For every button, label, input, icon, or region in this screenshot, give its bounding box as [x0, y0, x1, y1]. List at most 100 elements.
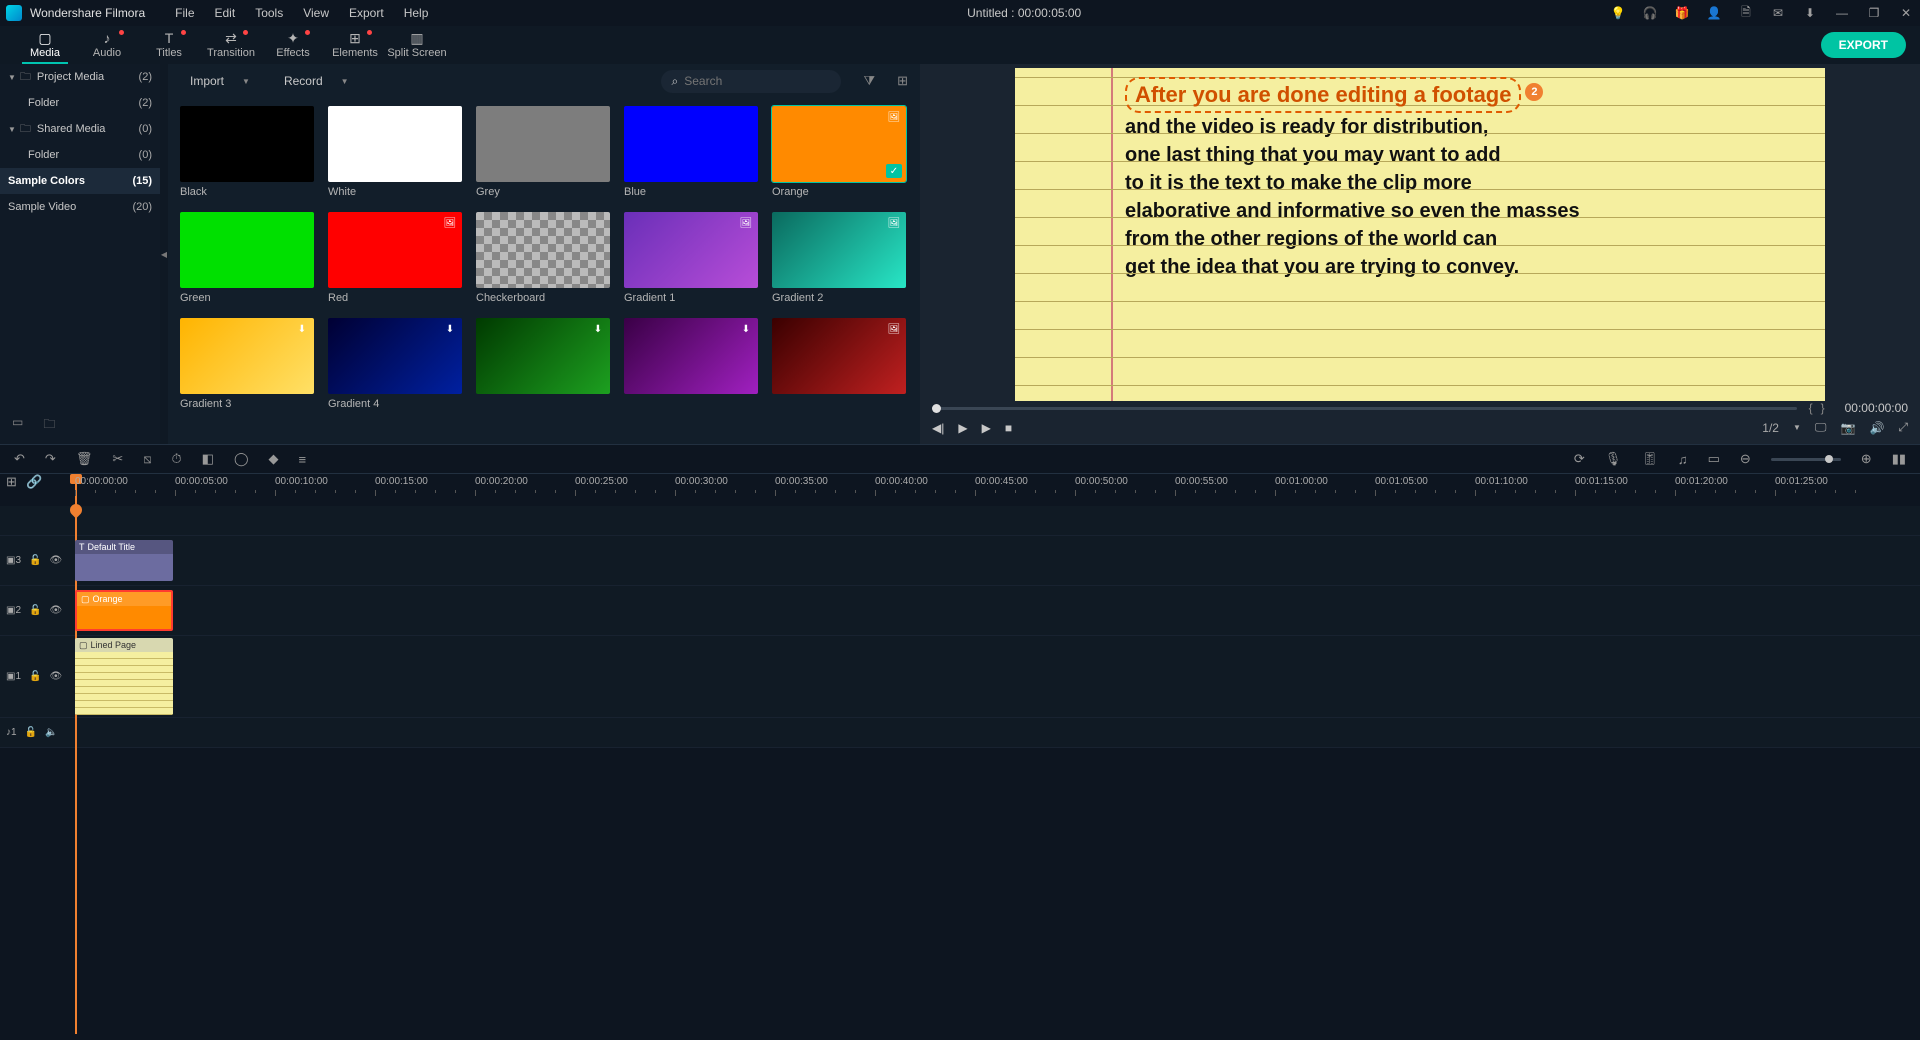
lock-icon[interactable]: 🔓 [29, 671, 41, 682]
menu-edit[interactable]: Edit [205, 6, 246, 20]
mail-icon[interactable]: ✉ [1770, 5, 1786, 21]
save-icon[interactable]: 🗎 [1738, 5, 1754, 21]
lined-page-clip[interactable]: ▢Lined Page [75, 638, 173, 715]
crop-icon[interactable]: ⧅ [143, 451, 151, 467]
lock-icon[interactable]: 🔓 [29, 605, 41, 616]
search-box[interactable]: ⌕ [661, 70, 841, 93]
tab-elements[interactable]: ⊞Elements [324, 26, 386, 64]
prev-frame-icon[interactable]: ◀| [932, 421, 944, 435]
color-icon[interactable]: ◧ [202, 451, 214, 467]
snapshot-icon[interactable]: 📷 [1840, 421, 1855, 435]
export-button[interactable]: EXPORT [1821, 32, 1906, 58]
visibility-icon[interactable]: 👁 [49, 605, 62, 616]
marker-icon[interactable]: ▭ [1708, 451, 1720, 467]
thumb-checkerboard[interactable] [476, 212, 610, 288]
tab-audio[interactable]: ♪Audio [76, 26, 138, 64]
title-clip[interactable]: TDefault Title [75, 540, 173, 581]
tips-icon[interactable]: 💡 [1610, 5, 1626, 21]
preview-ratio[interactable]: 1/2 [1762, 421, 1779, 435]
lock-icon[interactable]: 🔓 [25, 727, 37, 738]
stop-icon[interactable]: ■ [1005, 421, 1012, 435]
sidebar-item-shared-media[interactable]: ▼🗀Shared Media(0) [0, 116, 160, 142]
tab-media[interactable]: ▢Media [14, 26, 76, 64]
sidebar-item-folder[interactable]: Folder(0) [0, 142, 160, 168]
volume-icon[interactable]: 🔊 [1869, 421, 1884, 435]
tab-split-screen[interactable]: ▥Split Screen [386, 26, 448, 64]
thumb-red[interactable]: 🖼 [328, 212, 462, 288]
account-icon[interactable]: 👤 [1706, 5, 1722, 21]
tab-titles[interactable]: TTitles [138, 26, 200, 64]
menu-export[interactable]: Export [339, 6, 394, 20]
visibility-icon[interactable]: 👁 [49, 555, 62, 566]
menu-view[interactable]: View [293, 6, 339, 20]
display-icon[interactable]: 🖵 [1815, 420, 1827, 435]
voiceover-icon[interactable]: 🎙 [1605, 451, 1622, 467]
record-dropdown[interactable]: Record▼ [274, 70, 359, 92]
close-icon[interactable]: ✕ [1898, 5, 1914, 21]
sidebar-collapse-handle[interactable]: ◀ [160, 64, 168, 444]
new-folder-icon[interactable]: ▭ [12, 415, 23, 436]
menu-help[interactable]: Help [394, 6, 439, 20]
sidebar-item-sample-video[interactable]: Sample Video(20) [0, 194, 160, 220]
cut-icon[interactable]: ✂ [112, 451, 123, 467]
more-options-icon[interactable]: ≡ [299, 452, 307, 467]
folder-icon[interactable]: 🗀 [43, 415, 55, 436]
headset-icon[interactable]: 🎧 [1642, 5, 1658, 21]
green-screen-icon[interactable]: ◯ [234, 451, 249, 467]
orange-clip[interactable]: ▢Orange 1 [75, 590, 173, 631]
filter-icon[interactable]: ⧩ [863, 73, 875, 89]
redo-icon[interactable]: ↷ [45, 451, 56, 467]
search-input[interactable] [684, 74, 804, 88]
thumb-white[interactable] [328, 106, 462, 182]
play-forward-icon[interactable]: ▶ [982, 421, 991, 435]
thumb-unnamed[interactable]: 🖼 [772, 318, 906, 394]
mute-icon[interactable]: 🔈 [45, 727, 57, 738]
preview-scrubber[interactable] [932, 407, 1797, 410]
chevron-down-icon[interactable]: ▼ [1793, 423, 1801, 432]
mark-out-icon[interactable]: } [1821, 401, 1825, 415]
sidebar-item-sample-colors[interactable]: Sample Colors(15) [0, 168, 160, 194]
fullscreen-icon[interactable]: ⤢ [1898, 420, 1908, 435]
maximize-icon[interactable]: ❐ [1866, 5, 1882, 21]
tab-transition[interactable]: ⇄Transition [200, 26, 262, 64]
thumb-green[interactable] [180, 212, 314, 288]
zoom-slider[interactable] [1771, 458, 1841, 461]
timeline-ruler[interactable]: 00:00:00:0000:00:05:0000:00:10:0000:00:1… [70, 474, 1920, 506]
mixer-icon[interactable]: 🎚 [1641, 451, 1658, 467]
speed-icon[interactable]: ⏱ [172, 451, 182, 467]
zoom-fit-icon[interactable]: ▮▮ [1892, 451, 1906, 467]
menu-tools[interactable]: Tools [245, 6, 293, 20]
text-annotation-box[interactable]: After you are done editing a footage 2 [1125, 77, 1521, 113]
lock-icon[interactable]: 🔓 [29, 555, 41, 566]
import-dropdown[interactable]: Import▼ [180, 70, 260, 92]
gift-icon[interactable]: 🎁 [1674, 5, 1690, 21]
zoom-in-icon[interactable]: ⊕ [1861, 451, 1872, 467]
visibility-icon[interactable]: 👁 [49, 671, 62, 682]
thumb-grey[interactable] [476, 106, 610, 182]
thumb-orange[interactable]: 🖼✓ [772, 106, 906, 182]
thumb-unnamed[interactable]: ⬇ [624, 318, 758, 394]
thumb-black[interactable] [180, 106, 314, 182]
render-icon[interactable]: ⟳ [1574, 451, 1585, 467]
preview-canvas[interactable]: After you are done editing a footage 2 a… [1015, 68, 1825, 401]
mark-in-icon[interactable]: { [1809, 401, 1813, 415]
keyframe-icon[interactable]: ◆ [269, 451, 279, 467]
track-add-icon[interactable]: ⊞ [6, 474, 17, 489]
thumb-gradient-2[interactable]: 🖼 [772, 212, 906, 288]
sidebar-item-folder[interactable]: Folder(2) [0, 90, 160, 116]
thumb-gradient-1[interactable]: 🖼 [624, 212, 758, 288]
music-icon[interactable]: ♫ [1678, 452, 1688, 467]
tab-effects[interactable]: ✦Effects [262, 26, 324, 64]
thumb-unnamed[interactable]: ⬇ [476, 318, 610, 394]
link-icon[interactable]: 🔗 [26, 474, 42, 489]
thumb-gradient-3[interactable]: ⬇ [180, 318, 314, 394]
undo-icon[interactable]: ↶ [14, 451, 25, 467]
thumb-blue[interactable] [624, 106, 758, 182]
download-icon[interactable]: ⬇ [1802, 5, 1818, 21]
menu-file[interactable]: File [165, 6, 204, 20]
delete-icon[interactable]: 🗑 [76, 451, 93, 467]
thumb-gradient-4[interactable]: ⬇ [328, 318, 462, 394]
minimize-icon[interactable]: — [1834, 5, 1850, 21]
play-icon[interactable]: ▶ [958, 421, 967, 435]
grid-view-icon[interactable]: ⊞ [897, 73, 908, 89]
